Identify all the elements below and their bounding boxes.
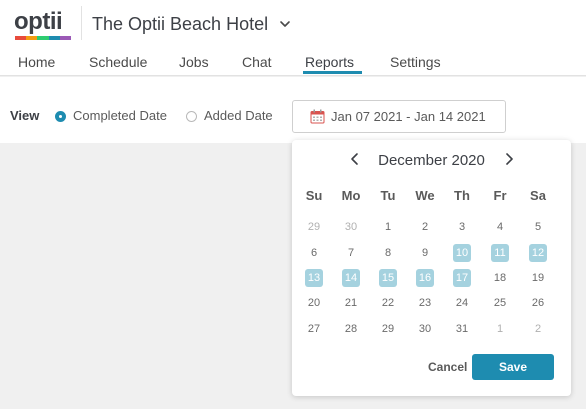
date-range-field[interactable]: Jan 07 2021 - Jan 14 2021 (292, 100, 506, 133)
weekday-su: Su (305, 188, 323, 203)
calendar-day[interactable]: 20 (305, 294, 323, 312)
calendar-day[interactable]: 2 (416, 218, 434, 236)
radio-unchecked-icon (186, 110, 197, 122)
nav-jobs[interactable]: Jobs (179, 52, 209, 72)
calendar-day[interactable]: 6 (305, 244, 323, 262)
calendar-day[interactable]: 30 (416, 320, 434, 338)
active-tab-indicator (303, 71, 362, 74)
calendar-icon (310, 109, 325, 124)
calendar-day[interactable]: 4 (491, 218, 509, 236)
calendar-day[interactable]: 11 (491, 244, 509, 262)
radio-added-date[interactable]: Added Date (186, 108, 273, 124)
logo-text: optii (14, 8, 63, 35)
nav-schedule[interactable]: Schedule (89, 52, 147, 72)
calendar-day[interactable]: 29 (305, 218, 323, 236)
chevron-right-icon[interactable] (502, 152, 516, 166)
calendar-day[interactable]: 25 (491, 294, 509, 312)
radio-completed-date[interactable]: Completed Date (55, 108, 167, 124)
nav-home[interactable]: Home (18, 52, 55, 72)
calendar-day[interactable]: 3 (453, 218, 471, 236)
calendar-day[interactable]: 1 (379, 218, 397, 236)
calendar-day[interactable]: 2 (529, 320, 547, 338)
logo-bar-segment-5 (59, 36, 72, 40)
nav-settings[interactable]: Settings (390, 52, 441, 72)
calendar-day[interactable]: 13 (305, 269, 323, 287)
calendar-day[interactable]: 7 (342, 244, 360, 262)
calendar-day[interactable]: 30 (342, 218, 360, 236)
calendar-day[interactable]: 1 (491, 320, 509, 338)
calendar-day[interactable]: 19 (529, 269, 547, 287)
logo-bar-segment-2 (26, 36, 38, 40)
weekday-mo: Mo (341, 188, 361, 203)
optii-logo[interactable]: optii (14, 8, 72, 40)
calendar-day[interactable]: 26 (529, 294, 547, 312)
chevron-down-icon (280, 21, 290, 27)
calendar-day[interactable]: 10 (453, 244, 471, 262)
top-header: optii The Optii Beach Hotel Home Schedul… (0, 0, 586, 76)
radio-label: Completed Date (73, 108, 167, 123)
logo-bar-segment-3 (37, 36, 49, 40)
calendar-day[interactable]: 23 (416, 294, 434, 312)
calendar-day[interactable]: 18 (491, 269, 509, 287)
weekday-th: Th (454, 188, 470, 203)
radio-checked-icon (55, 110, 66, 122)
calendar-day[interactable]: 21 (342, 294, 360, 312)
weekday-sa: Sa (530, 188, 546, 203)
radio-label: Added Date (204, 108, 273, 123)
calendar-day[interactable]: 16 (416, 269, 434, 287)
calendar-day[interactable]: 22 (379, 294, 397, 312)
calendar-day[interactable]: 14 (342, 269, 360, 287)
logo-color-bar (15, 36, 72, 40)
calendar-day[interactable]: 31 (453, 320, 471, 338)
hotel-name: The Optii Beach Hotel (92, 14, 269, 34)
calendar-day[interactable]: 28 (342, 320, 360, 338)
weekday-fr: Fr (493, 188, 507, 203)
cancel-button[interactable]: Cancel (428, 359, 467, 375)
month-title: December 2020 (378, 152, 485, 169)
calendar-day[interactable]: 12 (529, 244, 547, 262)
calendar-day[interactable]: 9 (416, 244, 434, 262)
date-range-text: Jan 07 2021 - Jan 14 2021 (331, 108, 486, 124)
calendar-day[interactable]: 5 (529, 218, 547, 236)
nav-reports[interactable]: Reports (305, 52, 354, 72)
save-button[interactable]: Save (472, 354, 554, 380)
view-label: View (10, 108, 40, 123)
hotel-selector[interactable]: The Optii Beach Hotel (92, 12, 292, 36)
header-divider (81, 6, 82, 40)
logo-bar-segment-4 (48, 36, 60, 40)
calendar-day[interactable]: 27 (305, 320, 323, 338)
weekday-we: We (415, 188, 435, 203)
calendar-day[interactable]: 15 (379, 269, 397, 287)
calendar-day[interactable]: 29 (379, 320, 397, 338)
calendar-day[interactable]: 24 (453, 294, 471, 312)
date-picker-popup: December 2020 Su Mo Tu We Th Fr Sa 29 30 1 2 3 4 5 6 7… (292, 140, 571, 396)
calendar-day[interactable]: 8 (379, 244, 397, 262)
logo-bar-segment-1 (15, 36, 27, 40)
calendar-day[interactable]: 17 (453, 269, 471, 287)
weekday-tu: Tu (380, 188, 396, 203)
nav-chat[interactable]: Chat (242, 52, 272, 72)
